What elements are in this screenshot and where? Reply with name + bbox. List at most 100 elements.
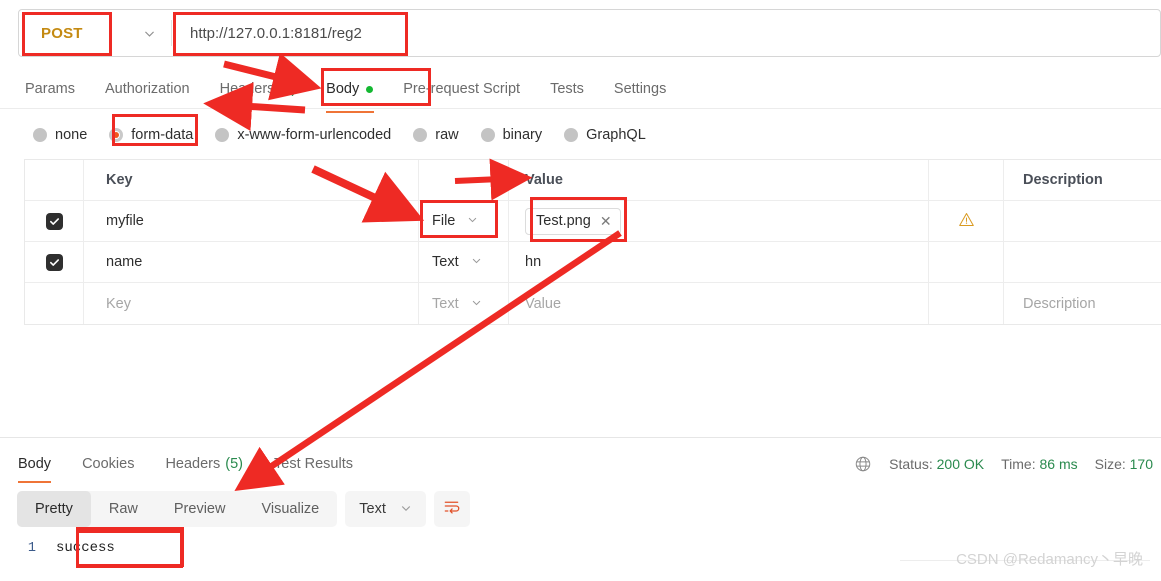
response-tab-test-results[interactable]: Test Results (274, 450, 353, 478)
radio-raw[interactable]: raw (413, 127, 459, 143)
header-warn-cell (929, 160, 1004, 200)
radio-form-data[interactable]: form-data (109, 127, 193, 143)
radio-label: none (55, 127, 88, 143)
response-format-selector[interactable]: Text (345, 491, 426, 527)
view-mode-segmented: Pretty Raw Preview Visualize (17, 491, 338, 527)
file-chip[interactable]: Test.png ✕ (525, 207, 621, 235)
header-key: Key (84, 160, 419, 200)
row-value-cell[interactable]: Test.png ✕ (509, 201, 929, 241)
status-group: Status: 200 OK (889, 456, 984, 472)
time-value: 86 ms (1039, 456, 1078, 472)
row-description-input[interactable] (1004, 242, 1161, 282)
chevron-down-icon (471, 297, 482, 311)
status-value: 200 OK (936, 456, 985, 472)
size-label: Size: (1094, 456, 1126, 472)
tab-label: Test Results (274, 456, 353, 472)
header-checkbox-cell (25, 160, 84, 200)
row-type-label: Text (432, 254, 459, 270)
row-type-selector[interactable]: Text (419, 283, 509, 324)
table-row-empty: Key Text Value Description (25, 283, 1161, 324)
table-header-row: Key Value Description (25, 160, 1161, 201)
tabs-divider (0, 108, 1161, 109)
response-status-bar: Status: 200 OK Time: 86 ms Size: 170 (854, 452, 1153, 476)
radio-binary[interactable]: binary (480, 127, 543, 143)
response-tabs: Body Cookies Headers (5) Test Results (18, 450, 384, 483)
chevron-down-icon[interactable] (127, 10, 171, 56)
radio-icon (480, 128, 495, 142)
table-row: myfile File Test.png ✕ (25, 201, 1161, 242)
close-icon[interactable]: ✕ (600, 213, 612, 230)
row-type-selector[interactable]: File (419, 201, 509, 241)
response-view-controls: Pretty Raw Preview Visualize Text (17, 491, 470, 527)
tab-label: Authorization (104, 81, 190, 97)
word-wrap-icon (442, 497, 461, 521)
warning-triangle-icon[interactable] (958, 211, 975, 231)
view-mode-visualize[interactable]: Visualize (243, 491, 337, 527)
row-key-input[interactable]: name (84, 242, 419, 282)
tab-params[interactable]: Params (18, 72, 90, 106)
response-tab-cookies[interactable]: Cookies (82, 450, 134, 478)
tab-label: Cookies (82, 456, 135, 472)
row-value-input[interactable]: Value (509, 283, 929, 324)
url-input[interactable]: http://127.0.0.1:8181/reg2 (172, 10, 1160, 56)
tab-body[interactable]: Body (311, 72, 388, 106)
radio-icon (215, 128, 230, 142)
radio-icon (33, 128, 47, 142)
view-mode-preview[interactable]: Preview (156, 491, 244, 527)
radio-x-www-form-urlencoded[interactable]: x-www-form-urlencoded (215, 127, 391, 143)
request-tabs: Params Authorization Headers (8) Body Pr… (18, 72, 681, 106)
header-description: Description (1023, 172, 1103, 188)
form-data-table: Key Value Description myfile File Test.p… (24, 159, 1161, 325)
row-description-input[interactable]: Description (1004, 283, 1161, 324)
radio-graphql[interactable]: GraphQL (564, 127, 646, 143)
http-method-selector[interactable]: POST (19, 10, 127, 56)
postman-window: POST http://127.0.0.1:8181/reg2 Params A… (0, 0, 1161, 581)
radio-none[interactable]: none (33, 127, 87, 143)
body-indicator-dot (366, 85, 374, 93)
tab-label: Pre-request Script (403, 81, 521, 97)
size-group: Size: 170 (1095, 456, 1153, 472)
radio-label: raw (435, 127, 459, 143)
view-mode-pretty[interactable]: Pretty (17, 491, 91, 527)
response-headers-count: (5) (225, 456, 243, 472)
tab-authorization[interactable]: Authorization (90, 72, 205, 106)
header-type (419, 160, 509, 200)
tab-label: Params (25, 81, 75, 97)
table-row: name Text hn (25, 242, 1161, 283)
tab-headers[interactable]: Headers (8) (205, 72, 312, 106)
watermark: CSDN @Redamancy丶早晚 (956, 551, 1143, 568)
tab-label: Headers (219, 81, 275, 97)
row-description-input[interactable] (1004, 201, 1161, 241)
row-value-input[interactable]: hn (509, 242, 929, 282)
tab-label: Body (18, 456, 52, 472)
response-tab-body[interactable]: Body (18, 450, 52, 483)
chevron-down-icon (467, 214, 478, 228)
row-key-input[interactable]: Key (84, 283, 419, 324)
tab-label: Tests (550, 81, 584, 97)
pane-divider (0, 437, 1161, 438)
tab-tests[interactable]: Tests (535, 72, 599, 106)
response-format-label: Text (359, 501, 386, 517)
word-wrap-button[interactable] (433, 491, 470, 527)
response-body-text[interactable]: success (46, 540, 115, 556)
tab-pre-request-script[interactable]: Pre-request Script (388, 72, 535, 106)
globe-icon (854, 455, 872, 473)
row-checkbox-cell[interactable] (25, 242, 84, 282)
tab-label: Settings (613, 81, 667, 97)
file-chip-label: Test.png (536, 213, 591, 229)
radio-label: x-www-form-urlencoded (237, 127, 392, 143)
body-type-radio-group: none form-data x-www-form-urlencoded raw… (33, 120, 668, 150)
tab-settings[interactable]: Settings (599, 72, 681, 106)
response-tab-headers[interactable]: Headers (5) (165, 450, 243, 478)
radio-label: binary (502, 127, 543, 143)
view-mode-raw[interactable]: Raw (91, 491, 156, 527)
checkbox-checked-icon[interactable] (45, 212, 63, 230)
checkbox-checked-icon[interactable] (45, 253, 63, 271)
row-type-selector[interactable]: Text (419, 242, 509, 282)
chevron-down-icon (400, 502, 412, 517)
row-checkbox-cell[interactable] (25, 283, 84, 324)
row-key-input[interactable]: myfile (84, 201, 419, 241)
header-value: Value (509, 160, 929, 200)
row-checkbox-cell[interactable] (25, 201, 84, 241)
radio-icon (564, 128, 579, 142)
